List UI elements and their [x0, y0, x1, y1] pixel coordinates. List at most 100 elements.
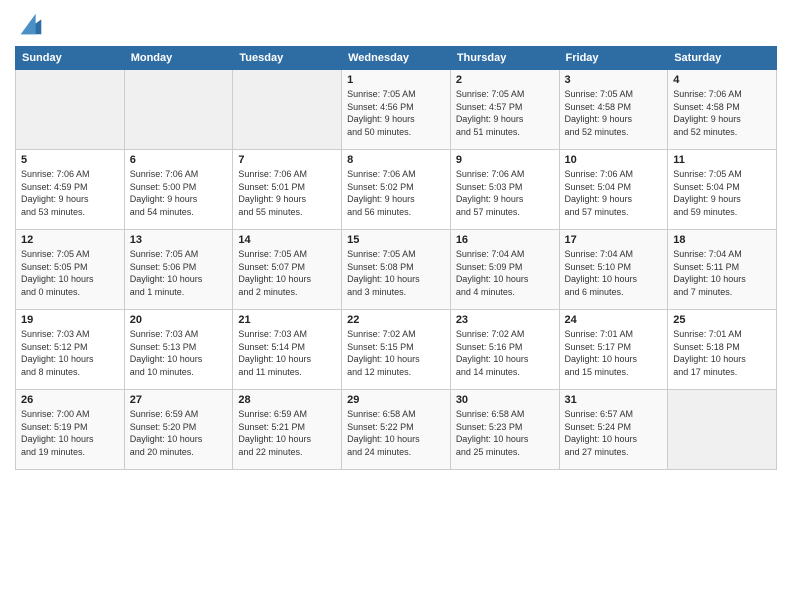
day-info: Sunrise: 7:04 AM Sunset: 5:11 PM Dayligh…	[673, 248, 771, 298]
calendar-cell: 8 Sunrise: 7:06 AM Sunset: 5:02 PM Daylig…	[342, 150, 451, 230]
day-number: 16	[456, 234, 554, 246]
day-number: 10	[565, 154, 663, 166]
calendar-cell: 26Sunrise: 7:00 AM Sunset: 5:19 PM Dayli…	[16, 390, 125, 470]
calendar-cell: 15Sunrise: 7:05 AM Sunset: 5:08 PM Dayli…	[342, 230, 451, 310]
column-header-saturday: Saturday	[668, 47, 777, 70]
day-number: 19	[21, 314, 119, 326]
calendar-cell: 9 Sunrise: 7:06 AM Sunset: 5:03 PM Daylig…	[450, 150, 559, 230]
day-number: 28	[238, 394, 336, 406]
day-info: Sunrise: 7:06 AM Sunset: 5:02 PM Dayligh…	[347, 168, 445, 218]
calendar-cell: 13Sunrise: 7:05 AM Sunset: 5:06 PM Dayli…	[124, 230, 233, 310]
day-info: Sunrise: 6:59 AM Sunset: 5:21 PM Dayligh…	[238, 408, 336, 458]
day-number: 2	[456, 74, 554, 86]
day-number: 20	[130, 314, 228, 326]
calendar-cell: 20 Sunrise: 7:03 AM Sunset: 5:13 PM Dayli…	[124, 310, 233, 390]
calendar-table: SundayMondayTuesdayWednesdayThursdayFrid…	[15, 46, 777, 470]
day-number: 1	[347, 74, 445, 86]
day-number: 17	[565, 234, 663, 246]
calendar-cell: 30 Sunrise: 6:58 AM Sunset: 5:23 PM Dayli…	[450, 390, 559, 470]
calendar-cell: 28 Sunrise: 6:59 AM Sunset: 5:21 PM Dayli…	[233, 390, 342, 470]
day-info: Sunrise: 6:58 AM Sunset: 5:22 PM Dayligh…	[347, 408, 445, 458]
day-info: Sunrise: 7:05 AM Sunset: 5:08 PM Dayligh…	[347, 248, 445, 298]
calendar-cell: 21 Sunrise: 7:03 AM Sunset: 5:14 PM Dayli…	[233, 310, 342, 390]
column-header-tuesday: Tuesday	[233, 47, 342, 70]
calendar-cell: 19 Sunrise: 7:03 AM Sunset: 5:12 PM Dayli…	[16, 310, 125, 390]
day-info: Sunrise: 7:03 AM Sunset: 5:13 PM Dayligh…	[130, 328, 228, 378]
day-number: 30	[456, 394, 554, 406]
day-number: 12	[21, 234, 119, 246]
calendar-cell: 1 Sunrise: 7:05 AM Sunset: 4:56 PM Daylig…	[342, 70, 451, 150]
week-row-5: 26Sunrise: 7:00 AM Sunset: 5:19 PM Dayli…	[16, 390, 777, 470]
day-number: 8	[347, 154, 445, 166]
day-number: 3	[565, 74, 663, 86]
column-header-wednesday: Wednesday	[342, 47, 451, 70]
day-number: 18	[673, 234, 771, 246]
calendar-cell: 4 Sunrise: 7:06 AM Sunset: 4:58 PM Daylig…	[668, 70, 777, 150]
column-header-friday: Friday	[559, 47, 668, 70]
day-number: 25	[673, 314, 771, 326]
day-number: 7	[238, 154, 336, 166]
day-info: Sunrise: 7:05 AM Sunset: 4:57 PM Dayligh…	[456, 88, 554, 138]
day-info: Sunrise: 7:05 AM Sunset: 4:58 PM Dayligh…	[565, 88, 663, 138]
calendar-cell: 3 Sunrise: 7:05 AM Sunset: 4:58 PM Daylig…	[559, 70, 668, 150]
calendar-cell: 25Sunrise: 7:01 AM Sunset: 5:18 PM Dayli…	[668, 310, 777, 390]
day-info: Sunrise: 6:58 AM Sunset: 5:23 PM Dayligh…	[456, 408, 554, 458]
calendar-cell: 22Sunrise: 7:02 AM Sunset: 5:15 PM Dayli…	[342, 310, 451, 390]
calendar-cell: 5 Sunrise: 7:06 AM Sunset: 4:59 PM Daylig…	[16, 150, 125, 230]
week-row-1: 1 Sunrise: 7:05 AM Sunset: 4:56 PM Daylig…	[16, 70, 777, 150]
day-info: Sunrise: 7:06 AM Sunset: 4:59 PM Dayligh…	[21, 168, 119, 218]
column-header-sunday: Sunday	[16, 47, 125, 70]
day-info: Sunrise: 7:05 AM Sunset: 5:04 PM Dayligh…	[673, 168, 771, 218]
day-info: Sunrise: 7:06 AM Sunset: 5:04 PM Dayligh…	[565, 168, 663, 218]
day-number: 5	[21, 154, 119, 166]
calendar-cell: 23Sunrise: 7:02 AM Sunset: 5:16 PM Dayli…	[450, 310, 559, 390]
calendar-header-row: SundayMondayTuesdayWednesdayThursdayFrid…	[16, 47, 777, 70]
week-row-3: 12 Sunrise: 7:05 AM Sunset: 5:05 PM Dayli…	[16, 230, 777, 310]
day-number: 9	[456, 154, 554, 166]
week-row-4: 19 Sunrise: 7:03 AM Sunset: 5:12 PM Dayli…	[16, 310, 777, 390]
calendar-cell: 12 Sunrise: 7:05 AM Sunset: 5:05 PM Dayli…	[16, 230, 125, 310]
logo	[15, 10, 45, 38]
column-header-thursday: Thursday	[450, 47, 559, 70]
week-row-2: 5 Sunrise: 7:06 AM Sunset: 4:59 PM Daylig…	[16, 150, 777, 230]
calendar-cell	[124, 70, 233, 150]
day-number: 11	[673, 154, 771, 166]
day-info: Sunrise: 6:59 AM Sunset: 5:20 PM Dayligh…	[130, 408, 228, 458]
calendar-cell: 24 Sunrise: 7:01 AM Sunset: 5:17 PM Dayli…	[559, 310, 668, 390]
day-info: Sunrise: 7:06 AM Sunset: 5:03 PM Dayligh…	[456, 168, 554, 218]
day-info: Sunrise: 7:01 AM Sunset: 5:17 PM Dayligh…	[565, 328, 663, 378]
day-number: 29	[347, 394, 445, 406]
day-number: 6	[130, 154, 228, 166]
day-info: Sunrise: 7:00 AM Sunset: 5:19 PM Dayligh…	[21, 408, 119, 458]
day-info: Sunrise: 7:03 AM Sunset: 5:14 PM Dayligh…	[238, 328, 336, 378]
day-info: Sunrise: 7:06 AM Sunset: 5:01 PM Dayligh…	[238, 168, 336, 218]
calendar-cell	[233, 70, 342, 150]
calendar-container: SundayMondayTuesdayWednesdayThursdayFrid…	[0, 0, 792, 612]
calendar-cell: 11 Sunrise: 7:05 AM Sunset: 5:04 PM Dayli…	[668, 150, 777, 230]
day-info: Sunrise: 7:03 AM Sunset: 5:12 PM Dayligh…	[21, 328, 119, 378]
day-number: 24	[565, 314, 663, 326]
day-info: Sunrise: 7:02 AM Sunset: 5:16 PM Dayligh…	[456, 328, 554, 378]
day-number: 27	[130, 394, 228, 406]
day-info: Sunrise: 7:05 AM Sunset: 5:05 PM Dayligh…	[21, 248, 119, 298]
column-header-monday: Monday	[124, 47, 233, 70]
day-info: Sunrise: 7:05 AM Sunset: 4:56 PM Dayligh…	[347, 88, 445, 138]
day-info: Sunrise: 7:06 AM Sunset: 5:00 PM Dayligh…	[130, 168, 228, 218]
calendar-cell: 16Sunrise: 7:04 AM Sunset: 5:09 PM Dayli…	[450, 230, 559, 310]
calendar-cell: 29 Sunrise: 6:58 AM Sunset: 5:22 PM Dayli…	[342, 390, 451, 470]
day-info: Sunrise: 7:06 AM Sunset: 4:58 PM Dayligh…	[673, 88, 771, 138]
calendar-cell: 7 Sunrise: 7:06 AM Sunset: 5:01 PM Daylig…	[233, 150, 342, 230]
header	[15, 10, 777, 38]
calendar-cell: 10 Sunrise: 7:06 AM Sunset: 5:04 PM Dayli…	[559, 150, 668, 230]
day-number: 4	[673, 74, 771, 86]
calendar-cell: 2 Sunrise: 7:05 AM Sunset: 4:57 PM Daylig…	[450, 70, 559, 150]
calendar-cell: 6 Sunrise: 7:06 AM Sunset: 5:00 PM Daylig…	[124, 150, 233, 230]
day-number: 22	[347, 314, 445, 326]
calendar-cell: 14Sunrise: 7:05 AM Sunset: 5:07 PM Dayli…	[233, 230, 342, 310]
day-number: 21	[238, 314, 336, 326]
calendar-cell	[668, 390, 777, 470]
calendar-cell: 18 Sunrise: 7:04 AM Sunset: 5:11 PM Dayli…	[668, 230, 777, 310]
day-number: 31	[565, 394, 663, 406]
calendar-cell: 31Sunrise: 6:57 AM Sunset: 5:24 PM Dayli…	[559, 390, 668, 470]
day-number: 14	[238, 234, 336, 246]
